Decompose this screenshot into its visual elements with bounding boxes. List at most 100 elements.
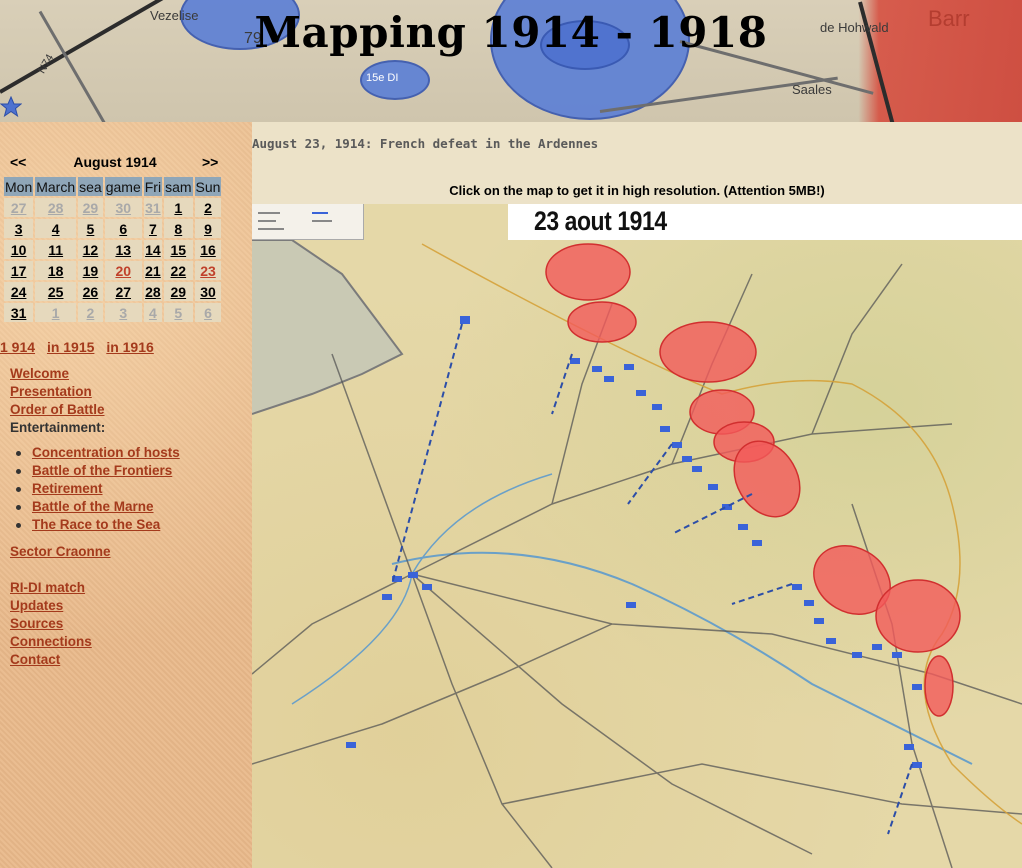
nav-sub-item: Concentration of hosts xyxy=(14,444,180,462)
calendar-day[interactable]: 29 xyxy=(78,198,103,217)
calendar-day-label: 25 xyxy=(47,283,64,300)
calendar-day[interactable]: 10 xyxy=(4,240,34,259)
calendar-day[interactable]: 13 xyxy=(104,240,142,259)
calendar-day[interactable]: 21 xyxy=(143,261,163,280)
year-link-1916[interactable]: in 1916 xyxy=(106,339,153,355)
calendar-day[interactable]: 6 xyxy=(194,303,222,322)
battle-map-image[interactable]: 23 aout 1914 xyxy=(252,204,1022,868)
calendar-day[interactable]: 2 xyxy=(194,198,222,217)
nav-entertainment-heading: Entertainment: xyxy=(10,420,106,435)
nav-battle-of-the-marne[interactable]: Battle of the Marne xyxy=(32,498,180,516)
calendar-day[interactable]: 4 xyxy=(35,219,77,238)
calendar-day[interactable]: 9 xyxy=(194,219,222,238)
calendar-weekday: sam xyxy=(164,177,193,196)
nav-concentration-of-hosts[interactable]: Concentration of hosts xyxy=(32,444,180,462)
nav-race-to-the-sea[interactable]: The Race to the Sea xyxy=(32,516,180,534)
nav-ri-di-match[interactable]: RI-DI match xyxy=(10,579,180,597)
map-title: 23 aout 1914 xyxy=(534,206,667,236)
calendar-day-label: 23 xyxy=(200,262,216,279)
calendar-day[interactable]: 24 xyxy=(4,282,34,301)
nav-contact[interactable]: Contact xyxy=(10,651,180,669)
calendar-day[interactable]: 15 xyxy=(164,240,193,259)
calendar-day[interactable]: 18 xyxy=(35,261,77,280)
calendar-day[interactable]: 23 xyxy=(194,261,222,280)
calendar-day-label: 12 xyxy=(82,241,99,258)
year-links: 1 914 in 1915 in 1916 xyxy=(0,339,162,355)
calendar-day[interactable]: 31 xyxy=(143,198,163,217)
nav-sector-craonne[interactable]: Sector Craonne xyxy=(10,543,180,561)
nav-sub-item: The Race to the Sea xyxy=(14,516,180,534)
nav-sub-item: Retirement xyxy=(14,480,180,498)
calendar-day[interactable]: 4 xyxy=(143,303,163,322)
calendar-day[interactable]: 27 xyxy=(4,198,34,217)
calendar-day-label: 3 xyxy=(119,304,128,321)
calendar-day-label: 2 xyxy=(204,199,212,216)
nav-sources[interactable]: Sources xyxy=(10,615,180,633)
calendar-day[interactable]: 31 xyxy=(4,303,34,322)
calendar-weekday: March xyxy=(35,177,77,196)
nav-connections[interactable]: Connections xyxy=(10,633,180,651)
calendar-day[interactable]: 7 xyxy=(143,219,163,238)
banner-label: Saales xyxy=(792,82,832,97)
calendar-day[interactable]: 28 xyxy=(143,282,163,301)
calendar-week-row: 27 28 29 30 31 1 2 xyxy=(4,198,222,217)
calendar-day-label: 29 xyxy=(82,199,99,216)
nav-updates[interactable]: Updates xyxy=(10,597,180,615)
calendar-day-label: 19 xyxy=(82,262,99,279)
calendar-day-label: 2 xyxy=(86,304,95,321)
calendar-day[interactable]: 12 xyxy=(78,240,103,259)
calendar-day[interactable]: 5 xyxy=(78,219,103,238)
nav-sublist: Concentration of hosts Battle of the Fro… xyxy=(14,444,180,534)
nav-welcome[interactable]: Welcome xyxy=(10,365,180,383)
calendar-day[interactable]: 20 xyxy=(104,261,142,280)
nav-order-of-battle[interactable]: Order of Battle xyxy=(10,401,180,419)
calendar-day[interactable]: 25 xyxy=(35,282,77,301)
calendar-day[interactable]: 30 xyxy=(104,198,142,217)
calendar-day[interactable]: 29 xyxy=(164,282,193,301)
calendar-day[interactable]: 30 xyxy=(194,282,222,301)
calendar-day-label: 17 xyxy=(10,262,27,279)
calendar-day-label: 4 xyxy=(149,304,157,321)
map-legend xyxy=(252,204,364,240)
calendar-day[interactable]: 1 xyxy=(164,198,193,217)
calendar-day[interactable]: 19 xyxy=(78,261,103,280)
calendar-day-label: 3 xyxy=(14,220,23,237)
calendar-next-button[interactable]: >> xyxy=(202,154,218,170)
calendar-day-label: 15 xyxy=(170,241,187,258)
calendar-day[interactable]: 6 xyxy=(104,219,142,238)
year-link-1915[interactable]: in 1915 xyxy=(47,339,94,355)
calendar-day[interactable]: 27 xyxy=(104,282,142,301)
calendar-day[interactable]: 16 xyxy=(194,240,222,259)
calendar-day-label: 1 xyxy=(51,304,60,321)
map-french-units xyxy=(346,316,922,768)
calendar-day-label: 1 xyxy=(174,199,183,216)
calendar-day[interactable]: 28 xyxy=(35,198,77,217)
calendar-day-label: 28 xyxy=(145,283,161,300)
calendar-day-label: 7 xyxy=(149,220,157,237)
calendar-day[interactable]: 14 xyxy=(143,240,163,259)
nav-sub-item: Battle of the Frontiers xyxy=(14,462,180,480)
calendar-day[interactable]: 2 xyxy=(78,303,103,322)
page-title: Mapping 1914 - 1918 xyxy=(254,8,768,57)
calendar-day-label: 31 xyxy=(10,304,27,321)
calendar-day[interactable]: 17 xyxy=(4,261,34,280)
calendar-day[interactable]: 22 xyxy=(164,261,193,280)
calendar-day[interactable]: 3 xyxy=(104,303,142,322)
calendar-day-label: 31 xyxy=(145,199,161,216)
nav-battle-of-the-frontiers[interactable]: Battle of the Frontiers xyxy=(32,462,180,480)
calendar-day[interactable]: 8 xyxy=(164,219,193,238)
nav-retirement[interactable]: Retirement xyxy=(32,480,180,498)
header-banner: Vezelise 79 15e DI de Hohwald Saales Bar… xyxy=(0,0,1022,122)
calendar-day[interactable]: 11 xyxy=(35,240,77,259)
nav-presentation[interactable]: Presentation xyxy=(10,383,180,401)
calendar-day[interactable]: 26 xyxy=(78,282,103,301)
calendar-day[interactable]: 5 xyxy=(164,303,193,322)
year-link-1914[interactable]: 1 914 xyxy=(0,339,35,355)
calendar-day-label: 22 xyxy=(170,262,187,279)
calendar-day[interactable]: 3 xyxy=(4,219,34,238)
calendar-weekday-row: Mon March sea game Fri sam Sun xyxy=(4,177,222,196)
calendar-weekday: Fri xyxy=(143,177,163,196)
calendar-day-label: 21 xyxy=(145,262,161,279)
calendar-day[interactable]: 1 xyxy=(35,303,77,322)
